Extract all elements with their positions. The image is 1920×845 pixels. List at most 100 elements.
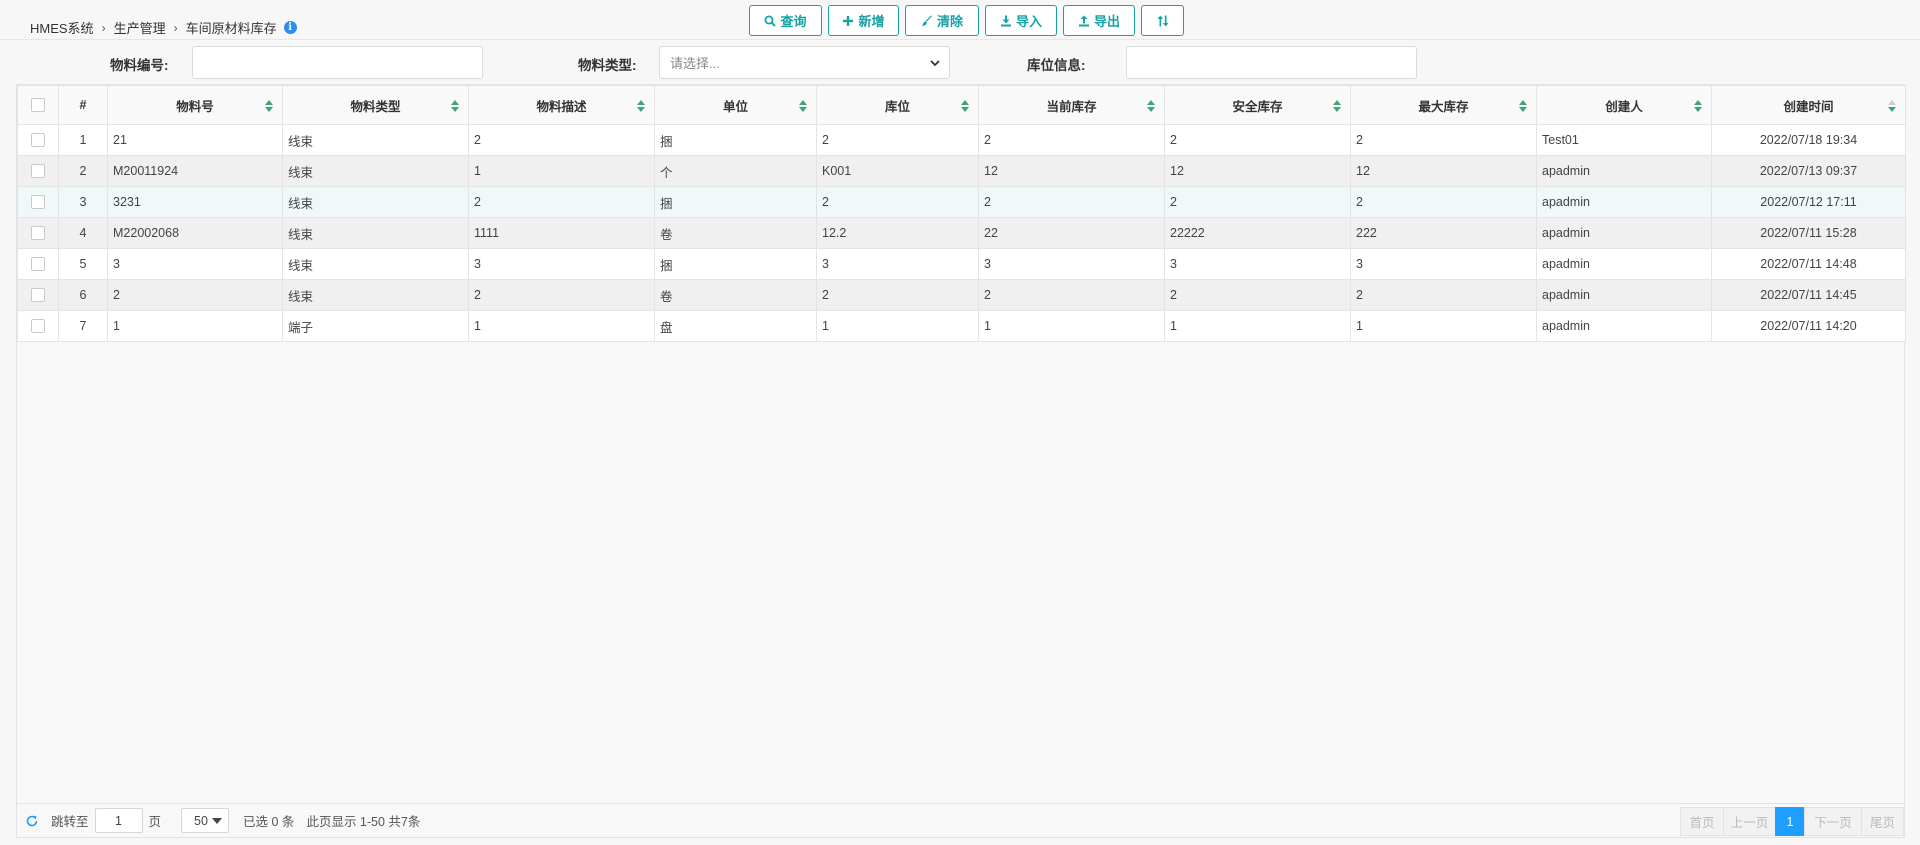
row-checkbox[interactable]	[31, 164, 45, 179]
material-no-input[interactable]	[192, 46, 483, 79]
cell-material-desc: 2	[468, 124, 655, 156]
cell-creator: apadmin	[1536, 279, 1712, 311]
cell-material-desc: 3	[468, 248, 655, 280]
column-header-label: 当前库存	[1046, 99, 1097, 114]
row-checkbox[interactable]	[31, 226, 45, 241]
row-checkbox-cell[interactable]	[17, 248, 59, 280]
table-row[interactable]: 3 3231 线束 2 捆 2 2 2 2 apadmin 2022/07/12 17:11	[17, 186, 1906, 218]
column-header-max-stock[interactable]: 最大库存	[1350, 85, 1537, 125]
add-button[interactable]: 新增	[828, 5, 899, 36]
row-checkbox[interactable]	[31, 257, 45, 272]
cell-material-type: 线束	[282, 217, 469, 249]
cell-max-stock: 222	[1350, 217, 1537, 249]
sort-icon[interactable]	[1147, 99, 1155, 113]
download-icon	[1000, 15, 1011, 26]
page-size-value: 50	[194, 813, 208, 828]
column-header-unit[interactable]: 单位	[654, 85, 817, 125]
select-all-checkbox[interactable]	[31, 98, 45, 113]
row-checkbox-cell[interactable]	[17, 217, 59, 249]
first-page-button[interactable]: 首页	[1680, 807, 1724, 836]
column-header-location[interactable]: 库位	[816, 85, 979, 125]
cell-unit: 个	[654, 155, 817, 187]
cell-max-stock: 2	[1350, 124, 1537, 156]
cell-index: 4	[58, 217, 108, 249]
column-header-material-desc[interactable]: 物料描述	[468, 85, 655, 125]
sort-desc-icon[interactable]	[1888, 99, 1896, 113]
table-row[interactable]: 7 1 端子 1 盘 1 1 1 1 apadmin 2022/07/11 14:20	[17, 310, 1906, 342]
sort-icon[interactable]	[1519, 99, 1527, 113]
row-checkbox-cell[interactable]	[17, 310, 59, 342]
cell-unit: 捆	[654, 186, 817, 218]
select-all-checkbox-cell[interactable]	[17, 85, 59, 125]
sort-icon[interactable]	[1694, 99, 1702, 113]
current-page-button[interactable]: 1	[1775, 807, 1805, 836]
cell-material-type: 线束	[282, 279, 469, 311]
add-button-label: 新增	[858, 14, 885, 29]
cell-creator: Test01	[1536, 124, 1712, 156]
cell-safety-stock: 2	[1164, 279, 1351, 311]
material-type-select[interactable]: 请选择...	[659, 46, 950, 79]
query-button-label: 查询	[780, 14, 807, 29]
cell-material-desc: 1	[468, 155, 655, 187]
cell-creator: apadmin	[1536, 155, 1712, 187]
breadcrumb-section[interactable]: 生产管理	[114, 18, 166, 37]
sort-icon[interactable]	[799, 99, 807, 113]
cell-location: 1	[816, 310, 979, 342]
column-header-label: 物料号	[176, 99, 214, 114]
inventory-table: # 物料号 物料类型 物料描述 单位 库位 当前库存 安全库存 最大库存 创建人…	[16, 84, 1906, 838]
export-button[interactable]: 导出	[1063, 5, 1135, 36]
cell-safety-stock: 3	[1164, 248, 1351, 280]
row-checkbox-cell[interactable]	[17, 279, 59, 311]
row-checkbox-cell[interactable]	[17, 155, 59, 187]
table-row[interactable]: 5 3 线束 3 捆 3 3 3 3 apadmin 2022/07/11 14:48	[17, 248, 1906, 280]
breadcrumb-root[interactable]: HMES系统	[30, 18, 94, 37]
cell-created-time: 2022/07/13 09:37	[1711, 155, 1906, 187]
column-header-created-time[interactable]: 创建时间	[1711, 85, 1906, 125]
brush-icon	[921, 15, 932, 26]
table-row[interactable]: 2 M20011924 线束 1 个 K001 12 12 12 apadmin 2022/07/1…	[17, 155, 1906, 187]
table-body: 1 21 线束 2 捆 2 2 2 2 Test01 2022/07/18 19:34 2 M20011…	[17, 124, 1906, 342]
sort-icon[interactable]	[451, 99, 459, 113]
row-checkbox-cell[interactable]	[17, 186, 59, 218]
row-checkbox[interactable]	[31, 319, 45, 334]
prev-page-button[interactable]: 上一页	[1723, 807, 1776, 836]
refresh-icon[interactable]	[25, 814, 39, 828]
sort-toggle-button[interactable]	[1141, 5, 1184, 36]
column-header-material-no[interactable]: 物料号	[107, 85, 283, 125]
column-header-current-stock[interactable]: 当前库存	[978, 85, 1165, 125]
cell-material-no: 3	[107, 248, 283, 280]
table-row[interactable]: 1 21 线束 2 捆 2 2 2 2 Test01 2022/07/18 19:34	[17, 124, 1906, 156]
clear-button[interactable]: 清除	[905, 5, 979, 36]
sort-icon[interactable]	[265, 99, 273, 113]
import-button[interactable]: 导入	[985, 5, 1057, 36]
row-checkbox-cell[interactable]	[17, 124, 59, 156]
row-checkbox[interactable]	[31, 288, 45, 303]
search-icon	[764, 15, 777, 27]
goto-page-input[interactable]: 1	[94, 808, 143, 833]
column-header-creator[interactable]: 创建人	[1536, 85, 1712, 125]
table-row[interactable]: 4 M22002068 线束 1111 卷 12.2 22 22222 222 apadmin 20…	[17, 217, 1906, 249]
column-header-safety-stock[interactable]: 安全库存	[1164, 85, 1351, 125]
cell-index: 6	[58, 279, 108, 311]
query-button[interactable]: 查询	[749, 5, 822, 36]
table-row[interactable]: 6 2 线束 2 卷 2 2 2 2 apadmin 2022/07/11 14:45	[17, 279, 1906, 311]
location-input[interactable]	[1126, 46, 1417, 79]
table-header-row: # 物料号 物料类型 物料描述 单位 库位 当前库存 安全库存 最大库存 创建人…	[17, 85, 1906, 125]
column-header-material-type[interactable]: 物料类型	[282, 85, 469, 125]
cell-material-desc: 1111	[468, 217, 655, 249]
row-checkbox[interactable]	[31, 195, 45, 210]
top-bar: HMES系统 › 生产管理 › 车间原材料库存 i 查询 新增 清除 导入 导出	[0, 0, 1920, 40]
last-page-button[interactable]: 尾页	[1861, 807, 1904, 836]
sort-icon[interactable]	[1333, 99, 1341, 113]
breadcrumb: HMES系统 › 生产管理 › 车间原材料库存 i	[30, 18, 297, 37]
page-size-select[interactable]: 50	[181, 808, 230, 833]
sort-icon[interactable]	[961, 99, 969, 113]
sort-icon[interactable]	[637, 99, 645, 113]
goto-label: 跳转至	[51, 815, 89, 829]
cell-max-stock: 2	[1350, 279, 1537, 311]
next-page-button[interactable]: 下一页	[1804, 807, 1862, 836]
row-checkbox[interactable]	[31, 133, 45, 148]
info-icon[interactable]: i	[283, 21, 297, 34]
material-type-placeholder: 请选择...	[670, 56, 720, 71]
chevron-down-icon	[930, 60, 940, 67]
